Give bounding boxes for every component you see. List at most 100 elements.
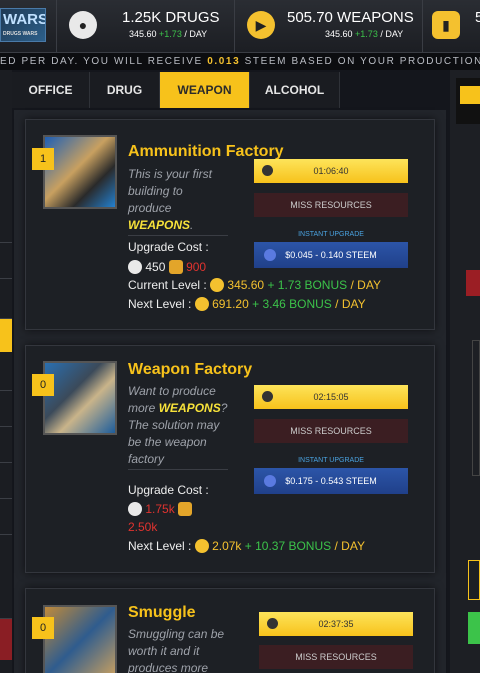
red-button[interactable] <box>466 270 480 296</box>
outline-button[interactable] <box>468 560 480 600</box>
sidebar-divider <box>0 426 12 427</box>
level-badge: 0 <box>32 617 54 639</box>
tab-weapon[interactable]: WEAPON <box>160 72 250 108</box>
current-level-label: Current Level : <box>128 278 207 292</box>
logo-subtitle: DRUGS WARS <box>3 31 38 37</box>
sidebar-divider <box>0 462 12 463</box>
side-card <box>472 340 480 476</box>
building-title: Smuggle <box>128 604 196 621</box>
upgrade-timer: 02:37:35 <box>259 612 413 636</box>
cost-drugs: 450 <box>145 260 166 274</box>
building-card-weapon-factory: 0 Weapon Factory Want to produce more WE… <box>25 345 435 573</box>
weapons-rate-unit: / DAY <box>380 29 404 39</box>
building-title: Weapon Factory <box>128 361 253 378</box>
left-sidebar <box>0 70 12 673</box>
instant-upgrade-price: $0.175 - 0.543 STEEM <box>285 476 377 486</box>
description-suffix: . <box>190 218 194 232</box>
ticker-prefix: ED PER DAY. YOU WILL RECEIVE <box>0 56 208 67</box>
building-description: Want to produce more WEAPONS? The soluti… <box>128 383 228 468</box>
current-level-line: Current Level : 345.60 + 1.73 BONUS / DA… <box>128 278 381 292</box>
instant-upgrade-button[interactable]: $0.175 - 0.543 STEEM <box>254 468 408 494</box>
green-button[interactable] <box>468 612 480 644</box>
resource-bar: WARS DRUGS WARS ● 1.25K DRUGS 345.60 +1.… <box>0 0 480 53</box>
building-card-ammunition: 1 Ammunition Factory This is your first … <box>25 119 435 330</box>
upgrade-timer: 02:15:05 <box>254 385 408 409</box>
ticker-suffix: STEEM BASED ON YOUR PRODUCTION <box>240 56 480 67</box>
upgrade-cost: 450 900 <box>128 260 206 274</box>
next-level-bonus: + 3.46 BONUS <box>252 297 332 311</box>
game-logo[interactable]: WARS DRUGS WARS <box>0 8 46 42</box>
miss-resources-button[interactable]: MISS RESOURCES <box>259 645 413 669</box>
next-level-line: Next Level : 691.20 + 3.46 BONUS / DAY <box>128 297 366 311</box>
sidebar-divider <box>0 534 12 535</box>
smuggle-image <box>43 605 117 673</box>
miss-resources-button[interactable]: MISS RESOURCES <box>254 419 408 443</box>
drugs-resource: ● 1.25K DRUGS 345.60 +1.73 / DAY <box>56 0 234 53</box>
drugs-rate-unit: / DAY <box>184 29 208 39</box>
gun-icon <box>210 278 225 292</box>
sidebar-divider <box>0 390 12 391</box>
tab-drug[interactable]: DRUG <box>90 72 160 108</box>
weapons-rate-bonus: +1.73 <box>355 29 378 39</box>
logo-text: WARS <box>3 11 46 28</box>
building-description: Smuggling can be worth it and it produce… <box>128 627 225 673</box>
alcohol-amount: 5 <box>475 9 480 26</box>
upgrade-cost: 1.75k <box>128 502 193 516</box>
weapons-resource: ▶ 505.70 WEAPONS 345.60 +1.73 / DAY <box>234 0 422 53</box>
current-level-value: 345.60 <box>227 278 265 292</box>
level-badge: 0 <box>32 374 54 396</box>
weapons-amount: 505.70 WEAPONS <box>287 9 414 26</box>
next-level-unit: / DAY <box>334 539 365 553</box>
ammunition-factory-image <box>43 135 117 209</box>
sidebar-item-red[interactable] <box>0 618 12 660</box>
right-sidebar <box>450 70 480 673</box>
next-level-unit: / DAY <box>335 297 366 311</box>
current-level-bonus: + 1.73 BONUS <box>267 278 348 292</box>
drugs-rate-value: 345.60 <box>129 29 157 39</box>
pill-icon <box>128 502 142 516</box>
bottle-icon: ▮ <box>432 11 460 39</box>
timer-value: 02:15:05 <box>313 392 349 402</box>
cost-alcohol: 2.50k <box>128 520 158 534</box>
sidebar-item-active[interactable] <box>0 318 12 352</box>
gun-icon <box>194 297 209 311</box>
pill-icon <box>128 260 142 274</box>
instant-upgrade-label: INSTANT UPGRADE <box>298 457 364 464</box>
next-level-line: Next Level : 2.07k + 10.37 BONUS / DAY <box>128 539 365 553</box>
description-highlight: WEAPONS <box>158 401 221 415</box>
instant-upgrade-button[interactable]: $0.045 - 0.140 STEEM <box>254 242 408 268</box>
alcohol-resource: ▮ 5 <box>422 0 480 53</box>
drugs-rate-bonus: +1.73 <box>159 29 182 39</box>
next-level-label: Next Level : <box>128 539 192 553</box>
bottle-icon <box>178 502 193 516</box>
tab-alcohol[interactable]: ALCOHOL <box>250 72 340 108</box>
clock-icon <box>267 618 278 629</box>
clock-icon <box>262 391 273 402</box>
gun-icon <box>194 539 209 553</box>
clock-icon <box>262 165 273 176</box>
tab-office[interactable]: OFFICE <box>12 72 90 108</box>
drugs-amount: 1.25K DRUGS <box>122 9 220 26</box>
buildings-panel: 1 Ammunition Factory This is your first … <box>14 110 446 673</box>
divider <box>128 469 228 470</box>
next-level-value: 691.20 <box>212 297 249 311</box>
building-description: This is your first building to produce W… <box>128 166 228 234</box>
instant-upgrade-price: $0.045 - 0.140 STEEM <box>285 250 377 260</box>
production-ticker: ED PER DAY. YOU WILL RECEIVE 0.013 STEEM… <box>0 53 480 70</box>
building-tabs: OFFICE DRUG WEAPON ALCOHOL <box>12 72 340 108</box>
sidebar-divider <box>0 278 12 279</box>
description-highlight: WEAPONS <box>128 218 191 232</box>
ticker-value: 0.013 <box>207 56 241 67</box>
weapon-factory-image <box>43 361 117 435</box>
instant-upgrade-label: INSTANT UPGRADE <box>298 231 364 238</box>
upgrade-timer: 01:06:40 <box>254 159 408 183</box>
countdown-digit <box>460 86 480 104</box>
steem-icon <box>264 475 276 487</box>
description-text: This is your first building to produce <box>128 167 213 215</box>
next-level-label: Next Level : <box>128 297 192 311</box>
miss-resources-button[interactable]: MISS RESOURCES <box>254 193 408 217</box>
steem-icon <box>264 249 276 261</box>
upgrade-cost-label: Upgrade Cost : <box>128 483 209 497</box>
sidebar-divider <box>0 498 12 499</box>
current-level-unit: / DAY <box>350 278 381 292</box>
